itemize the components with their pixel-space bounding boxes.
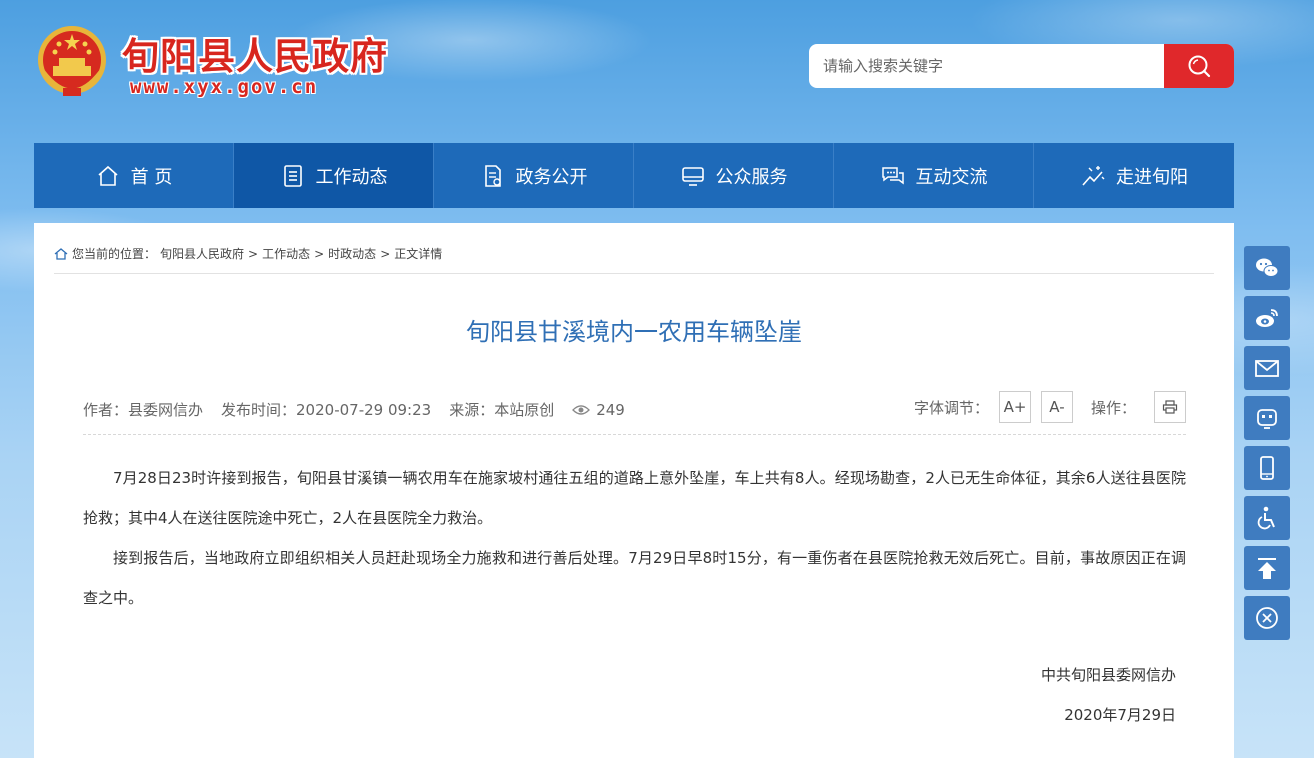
weibo-icon <box>1256 309 1278 327</box>
article-tools: 字体调节： A+ A- 操作： <box>914 391 1186 423</box>
nav-item-label: 政务公开 <box>515 166 588 188</box>
article-source: 来源：本站原创 <box>449 401 555 419</box>
search-icon <box>1188 55 1211 78</box>
nav-item-label: 公众服务 <box>715 166 788 188</box>
side-toolbar <box>1244 246 1290 646</box>
mobile-button[interactable] <box>1244 446 1290 490</box>
nav-item-label: 首 页 <box>130 166 173 188</box>
action-label: 操作： <box>1090 398 1136 417</box>
back-to-top-icon <box>1258 558 1276 579</box>
nav-item-label: 走进旬阳 <box>1116 166 1188 188</box>
article-date: 2020年7月29日 <box>1064 706 1176 724</box>
print-icon <box>1162 400 1178 414</box>
search-box <box>809 44 1234 88</box>
nav-item-interaction[interactable]: 互动交流 <box>834 143 1034 208</box>
mobile-icon <box>1260 456 1274 480</box>
nav-item-gov-affairs[interactable]: 政务公开 <box>434 143 634 208</box>
nav-item-home[interactable]: 首 页 <box>34 143 234 208</box>
nav-item-public-service[interactable]: 公众服务 <box>634 143 834 208</box>
file-icon <box>484 164 501 187</box>
wechat-button[interactable] <box>1244 246 1290 290</box>
chat-icon <box>881 166 904 184</box>
font-increase-button[interactable]: A+ <box>998 391 1031 423</box>
sparkle-icon <box>1082 165 1105 186</box>
nav-item-about[interactable]: 走进旬阳 <box>1034 143 1234 208</box>
breadcrumb-prefix: 您当前的位置： <box>72 247 157 261</box>
accessibility-icon <box>1257 506 1275 530</box>
breadcrumb-item[interactable]: 时政动态 <box>328 245 376 262</box>
document-list-icon <box>283 164 302 187</box>
article-views: 249 <box>572 401 625 419</box>
site-url: www.xyx.gov.cn <box>130 76 319 98</box>
breadcrumb-separator: > <box>248 246 259 261</box>
weibo-button[interactable] <box>1244 296 1290 340</box>
national-emblem-logo <box>33 22 111 104</box>
robot-button[interactable] <box>1244 396 1290 440</box>
article-signature: 中共旬阳县委网信办 <box>1040 666 1176 684</box>
home-icon <box>54 247 68 260</box>
close-icon <box>1256 607 1278 629</box>
monitor-icon <box>681 166 704 186</box>
views-count: 249 <box>596 400 625 419</box>
nav-item-label: 工作动态 <box>315 166 388 188</box>
wechat-icon <box>1256 258 1279 277</box>
article-author: 作者：县委网信办 <box>83 401 204 419</box>
font-adjust-label: 字体调节： <box>913 398 989 417</box>
article-meta: 作者：县委网信办 发布时间：2020-07-29 09:23 来源：本站原创 2… <box>83 399 625 420</box>
breadcrumb: 您当前的位置： 旬阳县人民政府 > 工作动态 > 时政动态 > 正文详情 <box>54 245 442 262</box>
search-input[interactable] <box>809 44 1164 88</box>
breadcrumb-separator: > <box>314 246 325 261</box>
eye-icon <box>572 404 591 415</box>
home-icon <box>98 165 118 186</box>
article-paragraph: 接到报告后，当地政府立即组织相关人员赶赴现场全力施救和进行善后处理。7月29日早… <box>83 549 1186 607</box>
nav-item-work-news[interactable]: 工作动态 <box>234 143 434 208</box>
article-paragraph: 7月28日23时许接到报告，旬阳县甘溪镇一辆农用车在施家坡村通往五组的道路上意外… <box>83 469 1186 527</box>
close-toolbar-button[interactable] <box>1244 596 1290 640</box>
mail-icon <box>1255 360 1279 377</box>
breadcrumb-item-current: 正文详情 <box>394 247 443 261</box>
divider <box>54 273 1214 274</box>
article-publish-time: 发布时间：2020-07-29 09:23 <box>221 401 432 419</box>
accessibility-button[interactable] <box>1244 496 1290 540</box>
article-container: 您当前的位置： 旬阳县人民政府 > 工作动态 > 时政动态 > 正文详情 旬阳县甘溪境… <box>34 223 1234 758</box>
robot-icon <box>1257 409 1277 429</box>
print-button[interactable] <box>1154 391 1186 423</box>
breadcrumb-item[interactable]: 旬阳县人民政府 <box>160 245 244 262</box>
nav-item-label: 互动交流 <box>915 166 988 188</box>
back-to-top-button[interactable] <box>1244 546 1290 590</box>
breadcrumb-separator: > <box>380 246 391 261</box>
search-button[interactable] <box>1164 44 1234 88</box>
main-nav: 首 页 工作动态 政务公开 公众服务 互动交流 走进旬阳 <box>34 143 1234 208</box>
site-title: 旬阳县人民政府 <box>122 34 388 78</box>
article-body: 7月28日23时许接到报告，旬阳县甘溪镇一辆农用车在施家坡村通往五组的道路上意外… <box>83 458 1186 618</box>
article-title: 旬阳县甘溪境内一农用车辆坠崖 <box>466 318 802 346</box>
breadcrumb-item[interactable]: 工作动态 <box>262 245 310 262</box>
font-decrease-button[interactable]: A- <box>1040 391 1073 423</box>
mail-button[interactable] <box>1244 346 1290 390</box>
divider <box>83 434 1186 435</box>
